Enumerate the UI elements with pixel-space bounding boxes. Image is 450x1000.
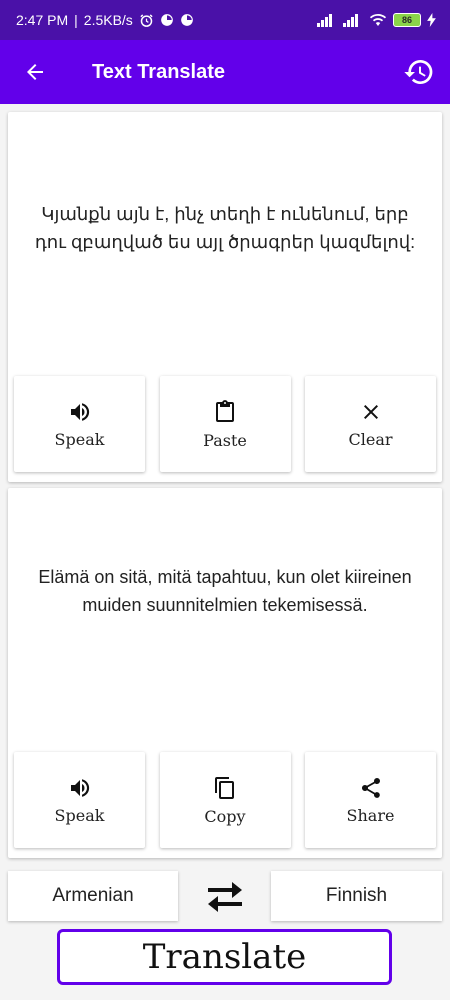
clear-label: Clear <box>348 429 393 449</box>
signal-icon <box>317 13 337 27</box>
paste-button[interactable]: Paste <box>159 376 291 472</box>
copy-icon <box>215 776 234 799</box>
source-language-button[interactable]: Armenian <box>8 871 178 921</box>
status-bar: 2:47 PM | 2.5KB/s 86 <box>0 0 450 40</box>
battery-icon: 86 <box>393 13 421 27</box>
share-button[interactable]: Share <box>305 752 436 848</box>
speaker-icon <box>70 402 89 421</box>
close-icon <box>363 404 378 419</box>
swap-languages-button[interactable] <box>195 871 255 921</box>
speak-label: Speak <box>54 429 105 449</box>
share-icon <box>361 777 380 798</box>
language-row: Armenian Finnish <box>8 870 442 922</box>
status-right: 86 <box>317 13 436 27</box>
history-icon <box>404 59 433 84</box>
arrow-left-icon <box>27 64 43 80</box>
page-title: Text Translate <box>92 60 226 83</box>
app-notification-icon <box>160 13 174 27</box>
source-actions: Speak Paste Clear <box>14 376 436 472</box>
share-label: Share <box>346 805 395 825</box>
alarm-icon <box>139 13 154 28</box>
translate-button[interactable]: Translate <box>57 929 392 985</box>
target-card: Elämä on sitä, mitä tapahtuu, kun olet k… <box>8 488 442 858</box>
source-card: Կյանքն այն է, ինչ տեղի է ունենում, երբ դ… <box>8 112 442 482</box>
swap-arrows-icon <box>207 882 242 912</box>
source-text[interactable]: Կյանքն այն է, ինչ տեղի է ունենում, երբ դ… <box>24 200 426 256</box>
clipboard-icon <box>216 399 234 422</box>
translated-text: Elämä on sitä, mitä tapahtuu, kun olet k… <box>38 567 412 615</box>
wifi-icon <box>369 13 387 27</box>
history-button[interactable] <box>402 55 436 89</box>
status-left: 2:47 PM | 2.5KB/s <box>16 12 194 28</box>
copy-label: Copy <box>204 806 246 826</box>
target-language-button[interactable]: Finnish <box>271 871 442 921</box>
charging-icon <box>427 13 436 27</box>
status-speed: 2.5KB/s <box>83 12 133 28</box>
clear-button[interactable]: Clear <box>305 376 436 472</box>
status-time: 2:47 PM <box>16 12 69 28</box>
speak-label: Speak <box>54 805 105 825</box>
speak-target-button[interactable]: Speak <box>14 752 145 848</box>
app-bar: Text Translate <box>0 40 450 104</box>
app-notification-icon-2 <box>180 13 194 27</box>
target-actions: Speak Copy Share <box>14 752 436 848</box>
copy-button[interactable]: Copy <box>159 752 291 848</box>
speak-source-button[interactable]: Speak <box>14 376 145 472</box>
back-button[interactable] <box>18 55 52 89</box>
status-separator: | <box>74 12 78 28</box>
signal-icon-2 <box>343 13 363 27</box>
speaker-icon <box>70 778 89 797</box>
paste-label: Paste <box>203 430 247 450</box>
